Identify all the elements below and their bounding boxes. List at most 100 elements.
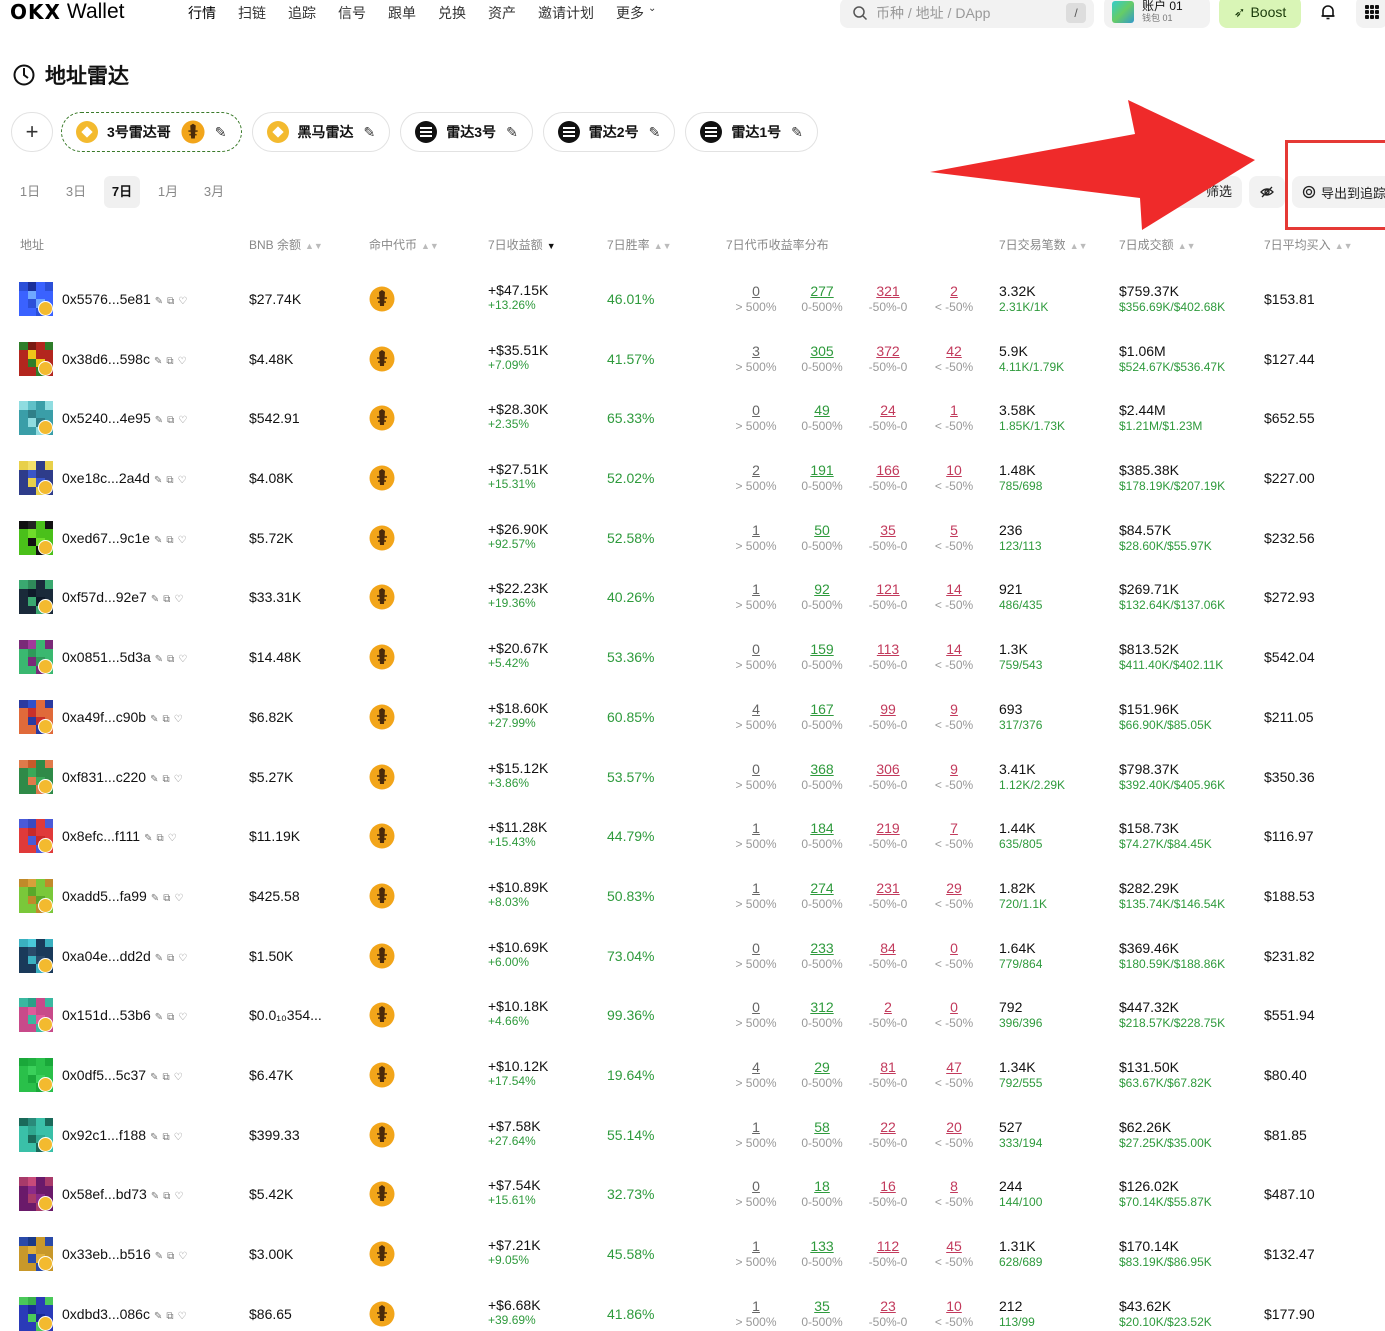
table-row[interactable]: 0xa49f...c90b ✎ ⧉ ♡ $6.82K +$18.60K +27.99% 60.…	[0, 687, 1385, 747]
edit-icon[interactable]: ✎	[150, 774, 158, 785]
table-row[interactable]: 0x0851...5d3a ✎ ⧉ ♡ $14.48K +$20.67K +5.42% 53.…	[0, 627, 1385, 687]
col-token[interactable]: 命中代币 ▲▼	[369, 236, 439, 253]
hit-token-icon[interactable]	[369, 1241, 395, 1267]
distribution-bucket-2[interactable]: 16 -50%-0	[858, 1178, 918, 1210]
distribution-bucket-2[interactable]: 24 -50%-0	[858, 402, 918, 434]
distribution-bucket-0[interactable]: 1 > 500%	[726, 1298, 786, 1330]
distribution-bucket-1[interactable]: 184 0-500%	[792, 820, 852, 852]
bucket-count[interactable]: 4	[726, 1059, 786, 1075]
nav-link-6[interactable]: 资产	[488, 3, 516, 23]
hit-token-icon[interactable]	[369, 764, 395, 790]
hit-token-icon[interactable]	[369, 584, 395, 610]
edit-icon[interactable]: ✎	[150, 714, 158, 725]
bucket-count[interactable]: 2	[924, 283, 984, 299]
bucket-count[interactable]: 22	[858, 1119, 918, 1135]
bucket-count[interactable]: 0	[726, 402, 786, 418]
copy-icon[interactable]: ⧉	[167, 415, 174, 426]
bucket-count[interactable]: 8	[924, 1178, 984, 1194]
address-cell[interactable]: 0xe18c...2a4d ✎ ⧉ ♡	[62, 470, 186, 486]
table-row[interactable]: 0xadd5...fa99 ✎ ⧉ ♡ $425.58 +$10.89K +8.03% 50.…	[0, 866, 1385, 926]
apps-grid-button[interactable]	[1356, 0, 1385, 28]
bucket-count[interactable]: 5	[924, 522, 984, 538]
table-row[interactable]: 0x58ef...bd73 ✎ ⧉ ♡ $5.42K +$7.54K +15.61% 32.7…	[0, 1164, 1385, 1224]
add-radar-button[interactable]: +	[11, 112, 53, 152]
bucket-count[interactable]: 23	[858, 1298, 918, 1314]
heart-icon[interactable]: ♡	[178, 1251, 187, 1262]
copy-icon[interactable]: ⧉	[156, 833, 163, 844]
distribution-bucket-3[interactable]: 5 < -50%	[924, 522, 984, 554]
distribution-bucket-3[interactable]: 45 < -50%	[924, 1238, 984, 1270]
distribution-bucket-1[interactable]: 305 0-500%	[792, 343, 852, 375]
filter-button[interactable]: 筛选	[1140, 176, 1242, 208]
distribution-bucket-3[interactable]: 42 < -50%	[924, 343, 984, 375]
address-cell[interactable]: 0x5240...4e95 ✎ ⧉ ♡	[62, 410, 187, 426]
address-cell[interactable]: 0xa04e...dd2d ✎ ⧉ ♡	[62, 948, 187, 964]
radar-tab-1[interactable]: 黑马雷达 ✎	[251, 112, 391, 152]
heart-icon[interactable]: ♡	[174, 714, 183, 725]
distribution-bucket-1[interactable]: 50 0-500%	[792, 522, 852, 554]
address-text[interactable]: 0x58ef...bd73	[62, 1186, 147, 1202]
edit-icon[interactable]: ✎	[150, 1072, 158, 1083]
distribution-bucket-1[interactable]: 58 0-500%	[792, 1119, 852, 1151]
distribution-bucket-0[interactable]: 0 > 500%	[726, 1178, 786, 1210]
distribution-bucket-2[interactable]: 113 -50%-0	[858, 641, 918, 673]
nav-link-7[interactable]: 邀请计划	[538, 3, 594, 23]
distribution-bucket-3[interactable]: 0 < -50%	[924, 940, 984, 972]
pencil-icon[interactable]: ✎	[215, 124, 227, 141]
nav-link-1[interactable]: 扫链	[238, 3, 266, 23]
distribution-bucket-1[interactable]: 92 0-500%	[792, 581, 852, 613]
address-text[interactable]: 0x0df5...5c37	[62, 1067, 146, 1083]
nav-link-8[interactable]: 更多	[616, 3, 644, 23]
okx-wallet-logo[interactable]: OKX Wallet	[10, 0, 125, 24]
address-text[interactable]: 0x92c1...f188	[62, 1127, 146, 1143]
distribution-bucket-3[interactable]: 9 < -50%	[924, 761, 984, 793]
copy-icon[interactable]: ⧉	[162, 774, 169, 785]
edit-icon[interactable]: ✎	[155, 953, 163, 964]
edit-icon[interactable]: ✎	[144, 833, 152, 844]
address-cell[interactable]: 0x0df5...5c37 ✎ ⧉ ♡	[62, 1067, 183, 1083]
bucket-count[interactable]: 184	[792, 820, 852, 836]
bucket-count[interactable]: 1	[726, 581, 786, 597]
table-row[interactable]: 0x92c1...f188 ✎ ⧉ ♡ $399.33 +$7.58K +27.64% 55.…	[0, 1105, 1385, 1165]
address-cell[interactable]: 0x151d...53b6 ✎ ⧉ ♡	[62, 1007, 187, 1023]
radar-tab-2[interactable]: 雷达3号 ✎	[400, 112, 533, 152]
heart-icon[interactable]: ♡	[174, 774, 183, 785]
bucket-count[interactable]: 92	[792, 581, 852, 597]
table-row[interactable]: 0x33eb...b516 ✎ ⧉ ♡ $3.00K +$7.21K +9.05% 45.58…	[0, 1224, 1385, 1284]
hit-token-icon[interactable]	[369, 286, 395, 312]
hit-token-icon[interactable]	[369, 943, 395, 969]
bucket-count[interactable]: 99	[858, 701, 918, 717]
heart-icon[interactable]: ♡	[178, 415, 187, 426]
address-text[interactable]: 0x8efc...f111	[62, 828, 140, 844]
distribution-bucket-0[interactable]: 0 > 500%	[726, 283, 786, 315]
col-winrate[interactable]: 7日胜率 ▲▼	[607, 236, 672, 253]
table-row[interactable]: 0xf831...c220 ✎ ⧉ ♡ $5.27K +$15.12K +3.86% 53.5…	[0, 747, 1385, 807]
distribution-bucket-0[interactable]: 0 > 500%	[726, 402, 786, 434]
col-balance[interactable]: BNB 余额 ▲▼	[249, 236, 323, 253]
copy-icon[interactable]: ⧉	[162, 1072, 169, 1083]
distribution-bucket-0[interactable]: 1 > 500%	[726, 1238, 786, 1270]
bucket-count[interactable]: 0	[726, 283, 786, 299]
heart-icon[interactable]: ♡	[178, 475, 187, 486]
bucket-count[interactable]: 81	[858, 1059, 918, 1075]
distribution-bucket-2[interactable]: 2 -50%-0	[858, 999, 918, 1031]
distribution-bucket-3[interactable]: 47 < -50%	[924, 1059, 984, 1091]
table-row[interactable]: 0xe18c...2a4d ✎ ⧉ ♡ $4.08K +$27.51K +15.31% 52.…	[0, 448, 1385, 508]
bucket-count[interactable]: 10	[924, 1298, 984, 1314]
address-text[interactable]: 0xf831...c220	[62, 769, 146, 785]
address-cell[interactable]: 0x38d6...598c ✎ ⧉ ♡	[62, 351, 186, 367]
distribution-bucket-3[interactable]: 14 < -50%	[924, 641, 984, 673]
boost-button[interactable]: ➶ Boost	[1219, 0, 1301, 28]
bucket-count[interactable]: 112	[858, 1238, 918, 1254]
heart-icon[interactable]: ♡	[178, 1012, 187, 1023]
bucket-count[interactable]: 233	[792, 940, 852, 956]
bucket-count[interactable]: 121	[858, 581, 918, 597]
table-row[interactable]: 0x151d...53b6 ✎ ⧉ ♡ $0.0₁₀354... +$10.18K +4.6…	[0, 985, 1385, 1045]
distribution-bucket-1[interactable]: 35 0-500%	[792, 1298, 852, 1330]
bucket-count[interactable]: 14	[924, 581, 984, 597]
distribution-bucket-0[interactable]: 1 > 500%	[726, 1119, 786, 1151]
bucket-count[interactable]: 113	[858, 641, 918, 657]
table-row[interactable]: 0xed67...9c1e ✎ ⧉ ♡ $5.72K +$26.90K +92.57% 52.…	[0, 508, 1385, 568]
time-filter-1[interactable]: 3日	[58, 176, 94, 208]
nav-link-4[interactable]: 跟单	[388, 3, 416, 23]
